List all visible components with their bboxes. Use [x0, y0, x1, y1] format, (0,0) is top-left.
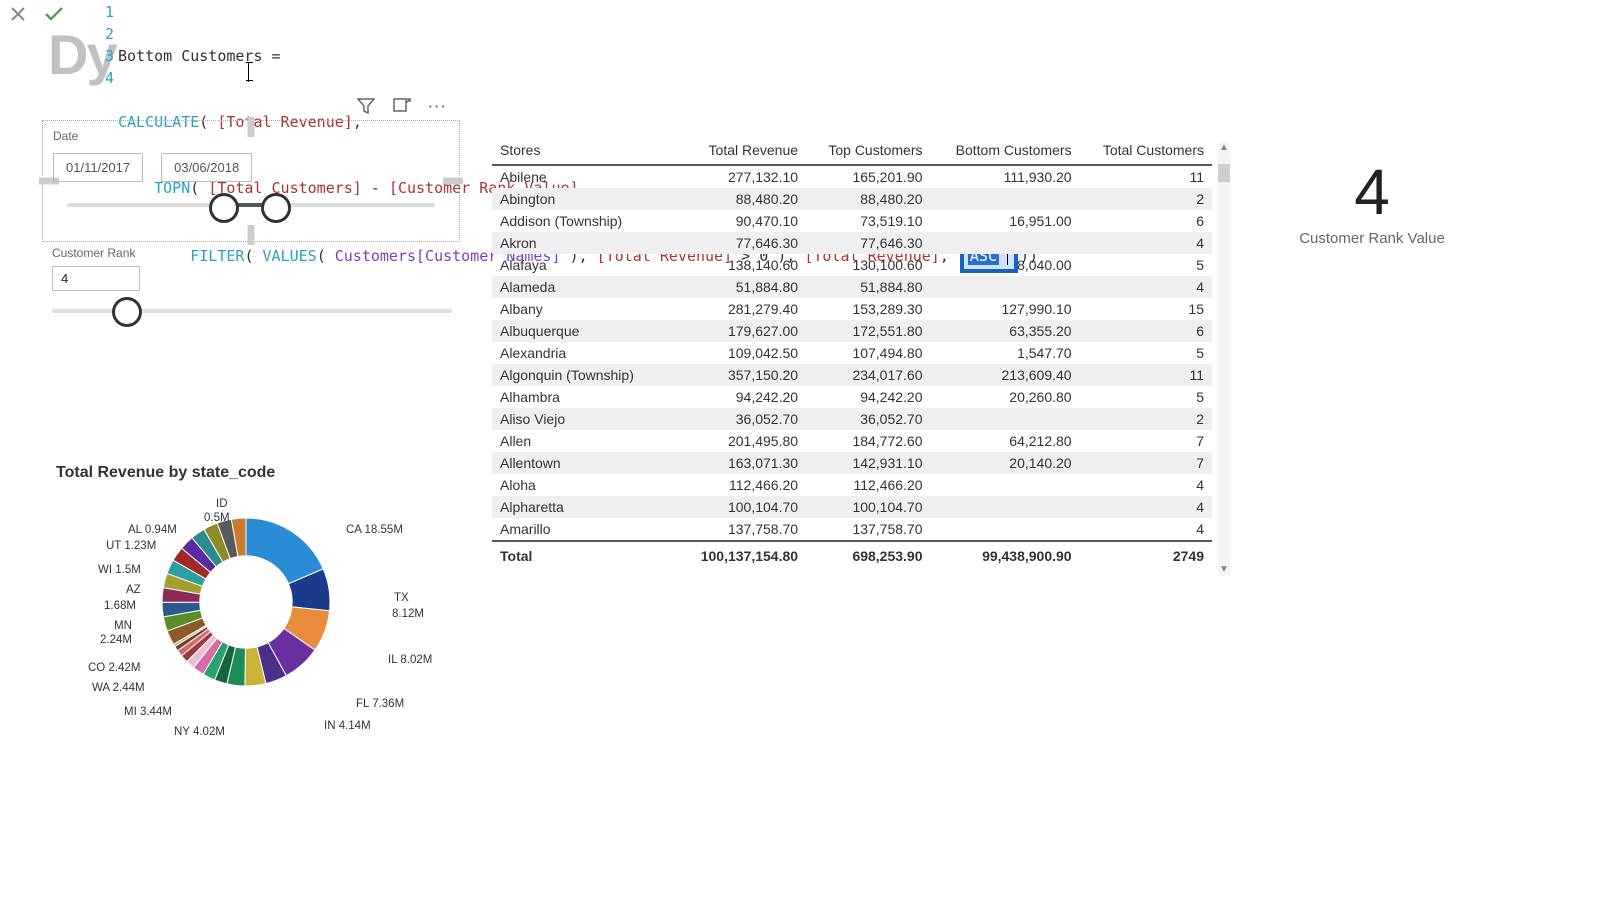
donut-label: CO 2.42M — [88, 662, 140, 674]
table-row[interactable]: Aliso Viejo36,052.7036,052.702 — [492, 408, 1212, 430]
donut-label: NY 4.02M — [174, 726, 225, 738]
table-row[interactable]: Akron77,646.3077,646.304 — [492, 232, 1212, 254]
date-from-input[interactable]: 01/11/2017 — [53, 153, 143, 182]
donut-label: 1.68M — [104, 600, 136, 612]
date-to-input[interactable]: 03/06/2018 — [161, 153, 252, 182]
donut-label: ID — [216, 498, 228, 510]
donut-label: MI 3.44M — [124, 706, 172, 718]
slicer-title: Date — [53, 129, 78, 143]
table-total-cell: 2749 — [1080, 541, 1212, 567]
scroll-down-icon[interactable]: ▼ — [1218, 564, 1230, 576]
table-row[interactable]: Alameda51,884.8051,884.804 — [492, 276, 1212, 298]
donut-label: IL 8.02M — [388, 654, 432, 666]
focus-mode-icon[interactable] — [392, 96, 412, 116]
donut-label: TX — [394, 592, 409, 604]
donut-label: AL 0.94M — [128, 524, 177, 536]
table-header[interactable]: Bottom Customers — [931, 136, 1080, 165]
donut-label: WA 2.44M — [92, 682, 145, 694]
date-range-track[interactable] — [67, 203, 435, 207]
table-row[interactable]: Algonquin (Township)357,150.20234,017.60… — [492, 364, 1212, 386]
date-range-thumb-start[interactable] — [209, 193, 239, 223]
selection-handle[interactable] — [248, 225, 255, 245]
table-header[interactable]: Top Customers — [806, 136, 930, 165]
table-row[interactable]: Abington88,480.2088,480.202 — [492, 188, 1212, 210]
rank-thumb[interactable] — [112, 297, 142, 327]
table-row[interactable]: Allen201,495.80184,772.6064,212.807 — [492, 430, 1212, 452]
rank-value-input[interactable]: 4 — [52, 266, 140, 291]
date-range-thumb-end[interactable] — [261, 193, 291, 223]
formula-bar: Dy 1234 Bottom Customers = CALCULATE( [T… — [0, 0, 1600, 92]
donut-label: 8.12M — [392, 608, 424, 620]
table-row[interactable]: Abilene277,132.10165,201.90111,930.2011 — [492, 165, 1212, 188]
selection-handle[interactable] — [443, 178, 463, 185]
table-row[interactable]: Alhambra94,242.2094,242.2020,260.805 — [492, 386, 1212, 408]
table-row[interactable]: Addison (Township)90,470.1073,519.1016,9… — [492, 210, 1212, 232]
table-row[interactable]: Alafaya138,140.60130,100.608,040.005 — [492, 254, 1212, 276]
table-row[interactable]: Albany281,279.40153,289.30127,990.1015 — [492, 298, 1212, 320]
table-row[interactable]: Albuquerque179,627.00172,551.8063,355.20… — [492, 320, 1212, 342]
table-header[interactable]: Stores — [492, 136, 678, 165]
donut-label: AZ — [126, 584, 141, 596]
commit-formula-button[interactable] — [42, 2, 66, 26]
rank-track[interactable] — [52, 309, 452, 313]
revenue-by-state-donut[interactable]: Total Revenue by state_code CA 18.55M TX 8… — [56, 464, 476, 774]
donut-label: 0.5M — [204, 512, 230, 524]
card-label: Customer Rank Value — [1262, 230, 1482, 247]
donut-label: FL 7.36M — [356, 698, 404, 710]
table-total-cell: 698,253.90 — [806, 541, 930, 567]
donut-label: UT 1.23M — [106, 540, 156, 552]
table-total-cell: 100,137,154.80 — [678, 541, 806, 567]
filter-icon[interactable] — [356, 96, 376, 116]
donut-label: 2.24M — [100, 634, 132, 646]
donut-label: CA 18.55M — [346, 524, 403, 536]
scroll-thumb[interactable] — [1218, 164, 1230, 182]
donut-label: WI 1.5M — [98, 564, 141, 576]
table-scrollbar[interactable]: ▲ ▼ — [1218, 142, 1230, 576]
table-row[interactable]: Aloha112,466.20112,466.204 — [492, 474, 1212, 496]
visual-header-toolbar: ··· — [356, 96, 448, 116]
donut-label: IN 4.14M — [324, 720, 371, 732]
line-gutter: 1234 — [96, 1, 114, 89]
date-slicer[interactable]: Date 01/11/2017 03/06/2018 — [42, 120, 460, 242]
more-options-icon[interactable]: ··· — [428, 96, 448, 116]
table-total-cell: Total — [492, 541, 678, 567]
donut-svg — [156, 512, 336, 692]
text-cursor-icon — [248, 62, 250, 82]
stores-table[interactable]: StoresTotal RevenueTop CustomersBottom C… — [492, 136, 1212, 567]
table-total-cell: 99,438,900.90 — [931, 541, 1080, 567]
table-row[interactable]: Allentown163,071.30142,931.1020,140.207 — [492, 452, 1212, 474]
table-row[interactable]: Alexandria109,042.50107,494.801,547.705 — [492, 342, 1212, 364]
donut-label: MN — [114, 620, 132, 632]
table-row[interactable]: Alpharetta100,104.70100,104.704 — [492, 496, 1212, 518]
customer-rank-card: 4 Customer Rank Value — [1262, 160, 1482, 247]
card-value: 4 — [1262, 160, 1482, 224]
customer-rank-slicer[interactable]: Customer Rank 4 — [52, 246, 452, 313]
table-header[interactable]: Total Revenue — [678, 136, 806, 165]
cancel-formula-button[interactable] — [6, 2, 30, 26]
chart-title: Total Revenue by state_code — [56, 464, 476, 482]
table-header[interactable]: Total Customers — [1080, 136, 1212, 165]
selection-handle[interactable] — [248, 117, 255, 137]
slicer-title: Customer Rank — [52, 246, 452, 260]
scroll-up-icon[interactable]: ▲ — [1218, 142, 1230, 154]
table-row[interactable]: Amarillo137,758.70137,758.704 — [492, 518, 1212, 541]
